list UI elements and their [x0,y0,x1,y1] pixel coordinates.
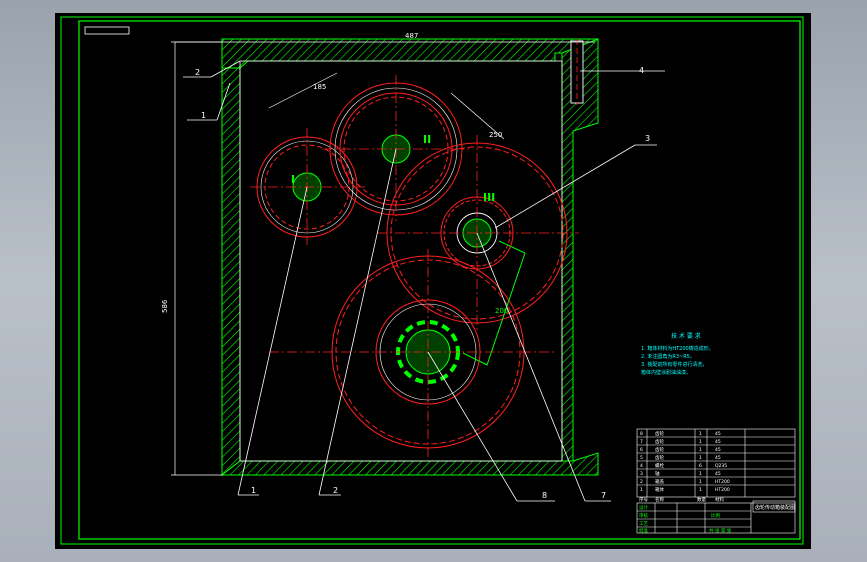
svg-text:3: 3 [640,471,643,477]
svg-text:齿轮: 齿轮 [655,446,664,453]
callout-1-bottom: 1 [251,486,256,495]
svg-text:45: 45 [715,439,721,445]
svg-text:2: 2 [640,479,643,485]
svg-text:Q235: Q235 [715,463,727,469]
svg-text:齿轮: 齿轮 [655,438,664,445]
callout-2-bottom: 2 [333,486,338,495]
svg-text:轴: 轴 [655,470,660,477]
drawing-name: 齿轮传动箱装配图 [755,504,795,511]
svg-text:箱盖: 箱盖 [655,478,664,485]
svg-text:批准: 批准 [639,527,648,534]
side-dimension: 586 [161,299,169,313]
notes-line-1: 1. 箱体材料为HT200铸造成形。 [641,345,714,352]
svg-text:1: 1 [699,479,702,485]
svg-text:45: 45 [715,447,721,453]
housing [220,38,599,477]
svg-text:1: 1 [699,487,702,493]
callout-3-right: 3 [645,134,650,143]
svg-text:共 张 第 张: 共 张 第 张 [709,527,732,534]
center-lines [250,75,579,458]
svg-text:HT200: HT200 [715,487,730,493]
svg-text:比例: 比例 [711,512,720,519]
svg-text:数量: 数量 [697,496,706,503]
svg-text:45: 45 [715,431,721,437]
cad-viewport[interactable]: 487 586 185 250 200 I II III 2 1 3 4 1 2… [55,13,811,549]
svg-text:6: 6 [699,463,702,469]
svg-text:设计: 设计 [639,504,648,511]
callout-7-bottom: 7 [601,491,606,500]
notes-line-3: 3. 装配前所有零件进行清洗， [641,361,707,368]
svg-text:序号: 序号 [639,496,648,503]
svg-text:45: 45 [715,455,721,461]
svg-text:5: 5 [640,455,643,461]
svg-text:1: 1 [699,471,702,477]
shaft-1-label: I [291,173,295,186]
bom-rows: 8 齿轮 1 45 7 齿轮 1 45 6 齿轮 1 45 5 齿轮 1 45 4 螺栓 6 Q235 3 轴 1… [640,430,730,493]
drawing-canvas: 487 586 185 250 200 I II III 2 1 3 4 1 2… [60,16,804,545]
callout-8-bottom: 8 [542,491,547,500]
svg-text:审核: 审核 [639,512,648,519]
svg-text:4: 4 [640,463,643,469]
svg-text:45: 45 [715,471,721,477]
shaft-2-label: II [423,133,431,146]
svg-text:齿轮: 齿轮 [655,454,664,461]
svg-text:1: 1 [699,455,702,461]
svg-text:8: 8 [640,431,643,437]
notes-title: 技 术 要 求 [671,332,701,340]
notes-line-2: 2. 未注圆角为R3~R5。 [641,353,695,360]
svg-text:螺栓: 螺栓 [655,462,664,469]
svg-text:名称: 名称 [655,496,664,503]
callout-1-left: 1 [201,111,206,120]
svg-text:箱体: 箱体 [655,486,664,493]
center-distance-bracket [462,240,526,366]
diag-dimension-top: 185 [313,83,326,91]
notes-line-4: 箱体内壁涂耐油油漆。 [641,369,691,376]
svg-text:7: 7 [640,439,643,445]
svg-text:1: 1 [699,447,702,453]
callout-4-right: 4 [639,66,644,75]
top-dimension: 487 [405,32,418,40]
svg-text:1: 1 [699,439,702,445]
callout-2-left: 2 [195,68,200,77]
corner-label-box [84,26,130,35]
leader-lines [183,60,665,502]
svg-text:HT200: HT200 [715,479,730,485]
diag-dimension-right: 250 [489,131,502,139]
svg-text:6: 6 [640,447,643,453]
technical-notes: 技 术 要 求 1. 箱体材料为HT200铸造成形。 2. 未注圆角为R3~R5… [641,332,714,376]
svg-text:1: 1 [640,487,643,493]
svg-text:工艺: 工艺 [639,521,648,527]
svg-text:1: 1 [699,431,702,437]
svg-text:材料: 材料 [715,496,724,503]
shaft-3-label: III [483,191,495,204]
svg-text:齿轮: 齿轮 [655,430,664,437]
